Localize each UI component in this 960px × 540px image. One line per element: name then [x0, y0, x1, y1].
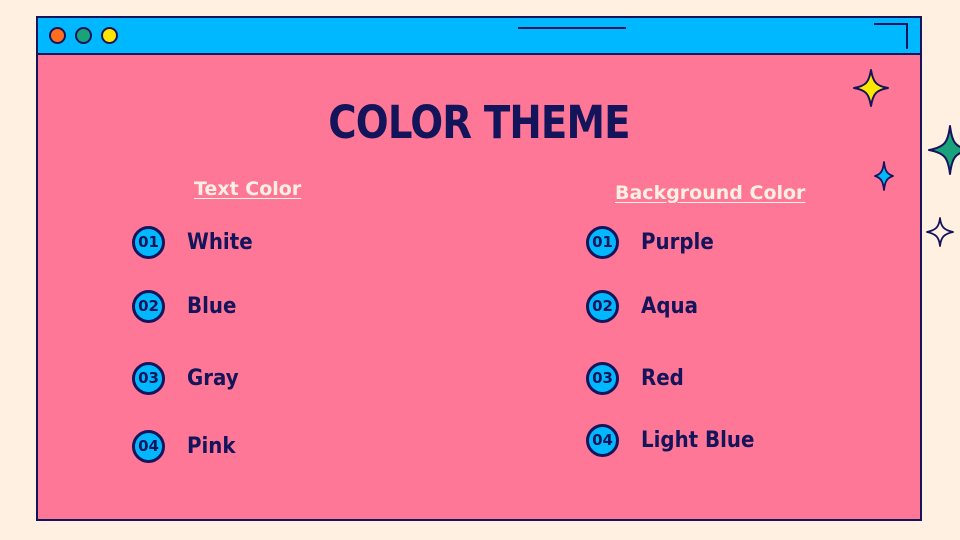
slide-title: COLOR THEME — [328, 96, 630, 149]
number-badge: 01 — [586, 225, 619, 259]
item-label: Blue — [187, 293, 237, 319]
item-label: White — [187, 229, 253, 255]
item-label: Light Blue — [641, 427, 755, 453]
sparkle-green-icon — [928, 125, 960, 175]
list-item: 02 Aqua — [586, 286, 704, 326]
number-badge: 01 — [132, 225, 165, 259]
titlebar-line — [518, 27, 626, 29]
list-item: 02 Blue — [132, 286, 242, 326]
number-badge: 03 — [586, 361, 619, 395]
background-color-heading: Background Color — [615, 182, 806, 204]
sparkle-blue-icon — [874, 161, 894, 191]
number-badge: 04 — [586, 423, 619, 457]
item-label: Red — [641, 365, 684, 391]
list-item: 01 White — [132, 222, 260, 262]
list-item: 04 Light Blue — [586, 420, 767, 460]
number-badge: 02 — [132, 289, 165, 323]
text-color-heading: Text Color — [194, 178, 302, 200]
item-label: Pink — [187, 433, 236, 459]
item-label: Purple — [641, 229, 714, 255]
window-titlebar — [38, 18, 920, 55]
slide-window: COLOR THEME Text Color 01 White 02 Blue … — [36, 16, 922, 521]
item-label: Gray — [187, 365, 239, 391]
window-dot-orange[interactable] — [49, 27, 66, 44]
list-item: 03 Gray — [132, 358, 244, 398]
sparkle-outline-icon — [926, 217, 954, 247]
titlebar-corner-bracket — [874, 23, 908, 49]
window-dot-yellow[interactable] — [101, 27, 118, 44]
list-item: 03 Red — [586, 358, 689, 398]
list-item: 04 Pink — [132, 426, 241, 466]
list-item: 01 Purple — [586, 222, 722, 262]
number-badge: 04 — [132, 429, 165, 463]
item-label: Aqua — [641, 293, 698, 319]
window-dot-green[interactable] — [75, 27, 92, 44]
number-badge: 02 — [586, 289, 619, 323]
sparkle-yellow-icon — [853, 69, 889, 107]
number-badge: 03 — [132, 361, 165, 395]
